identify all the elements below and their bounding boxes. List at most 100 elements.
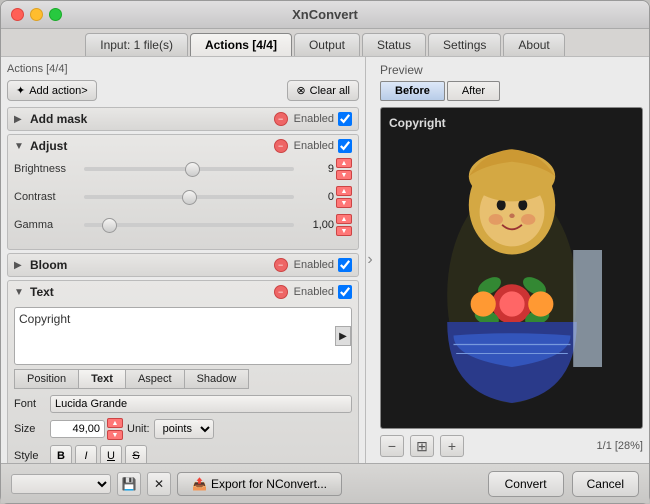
italic-button[interactable]: I [75,445,97,463]
text-body: Copyright ▶ Position Text Aspect Shadow … [14,303,352,463]
font-select[interactable]: Lucida Grande [50,395,352,413]
text-content[interactable]: Copyright [19,312,70,326]
text-enabled-checkbox[interactable] [338,285,352,299]
traffic-lights [11,8,62,21]
size-input[interactable] [50,420,105,438]
zoom-in-button[interactable]: + [440,435,464,457]
adjust-enabled-label: Enabled [294,140,334,152]
brightness-label: Brightness [14,163,84,175]
convert-button[interactable]: Convert [488,471,564,497]
clear-icon: ⊗ [296,84,305,97]
gamma-label: Gamma [14,219,84,231]
delete-profile-button[interactable]: ✕ [147,472,171,496]
minimize-button[interactable] [30,8,43,21]
clear-all-label: Clear all [310,85,350,97]
window-title: XnConvert [292,7,358,22]
action-bloom-label: Bloom [30,258,268,272]
gamma-row: Gamma 1,00 ▲ ▼ [14,213,352,237]
contrast-stepper: ▲ ▼ [336,185,352,209]
profile-select[interactable] [11,474,111,494]
expand-add-mask-icon[interactable]: ▶ [14,114,24,124]
expand-bloom-icon[interactable]: ▶ [14,260,24,270]
preview-copyright-text: Copyright [389,116,446,130]
before-button[interactable]: Before [380,81,445,101]
text-scroll-right[interactable]: ▶ [335,326,351,346]
contrast-slider[interactable] [84,195,294,199]
panel-divider[interactable] [366,57,374,463]
main-content: Actions [4/4] ✦ Add action> ⊗ Clear all … [1,56,649,463]
text-sub-tabs: Position Text Aspect Shadow [14,369,352,389]
bloom-enabled-checkbox[interactable] [338,258,352,272]
remove-bloom-button[interactable]: − [274,258,288,272]
bottom-right: Convert Cancel [488,471,639,497]
after-button[interactable]: After [447,81,500,101]
tab-status[interactable]: Status [362,33,426,56]
brightness-row: Brightness 9 ▲ ▼ [14,157,352,181]
style-row: Style B I U S [14,445,352,463]
preview-image: Copyright [380,107,643,429]
style-label: Style [14,450,50,462]
maximize-button[interactable] [49,8,62,21]
strikethrough-button[interactable]: S [125,445,147,463]
add-action-button[interactable]: ✦ Add action> [7,80,97,101]
size-up-button[interactable]: ▲ [107,418,123,428]
subtab-shadow[interactable]: Shadow [184,369,250,389]
tab-settings[interactable]: Settings [428,33,501,56]
adjust-enabled-checkbox[interactable] [338,139,352,153]
tab-about[interactable]: About [503,33,564,56]
brightness-slider[interactable] [84,167,294,171]
export-icon: 📤 [192,477,207,491]
add-action-label: Add action> [29,85,87,97]
doll-illustration [422,113,602,423]
contrast-down-button[interactable]: ▼ [336,198,352,208]
plus-icon: ✦ [16,84,25,97]
remove-adjust-button[interactable]: − [274,139,288,153]
adjust-body: Brightness 9 ▲ ▼ Contrast 0 [14,153,352,245]
contrast-label: Contrast [14,191,84,203]
gamma-up-button[interactable]: ▲ [336,214,352,224]
tab-actions[interactable]: Actions [4/4] [190,33,292,56]
left-panel: Actions [4/4] ✦ Add action> ⊗ Clear all … [1,57,366,463]
action-add-mask-label: Add mask [30,112,268,126]
contrast-up-button[interactable]: ▲ [336,186,352,196]
subtab-text[interactable]: Text [78,369,125,389]
brightness-down-button[interactable]: ▼ [336,170,352,180]
expand-text-icon[interactable]: ▼ [14,287,24,297]
action-adjust-label: Adjust [30,139,268,153]
size-row: Size ▲ ▼ Unit: points [14,417,352,441]
gamma-down-button[interactable]: ▼ [336,226,352,236]
text-enabled-label: Enabled [294,286,334,298]
action-adjust: ▼ Adjust − Enabled Brightness 9 ▲ ▼ [7,134,359,250]
action-text-header: ▼ Text − Enabled [14,285,352,299]
subtab-position[interactable]: Position [14,369,78,389]
add-mask-enabled-checkbox[interactable] [338,112,352,126]
bloom-enabled-label: Enabled [294,259,334,271]
size-label: Size [14,423,50,435]
size-down-button[interactable]: ▼ [107,430,123,440]
clear-all-button[interactable]: ⊗ Clear all [287,80,359,101]
export-button[interactable]: 📤 Export for NConvert... [177,472,342,496]
subtab-aspect[interactable]: Aspect [125,369,184,389]
close-button[interactable] [11,8,24,21]
preview-controls: − ⊞ + [380,435,464,457]
cancel-button[interactable]: Cancel [572,471,639,497]
zoom-out-button[interactable]: − [380,435,404,457]
gamma-slider[interactable] [84,223,294,227]
bottom-left: 💾 ✕ 📤 Export for NConvert... [11,472,342,496]
remove-text-button[interactable]: − [274,285,288,299]
tab-output[interactable]: Output [294,33,360,56]
page-info: 1/1 [28%] [597,440,643,452]
tab-input[interactable]: Input: 1 file(s) [85,33,188,56]
text-input-wrapper: Copyright ▶ [14,307,352,365]
unit-select[interactable]: points [154,419,214,439]
bold-button[interactable]: B [50,445,72,463]
action-add-mask: ▶ Add mask − Enabled [7,107,359,131]
size-stepper: ▲ ▼ [107,417,123,441]
fit-button[interactable]: ⊞ [410,435,434,457]
brightness-up-button[interactable]: ▲ [336,158,352,168]
remove-add-mask-button[interactable]: − [274,112,288,126]
actions-header: Actions [4/4] [7,63,359,75]
save-profile-button[interactable]: 💾 [117,472,141,496]
underline-button[interactable]: U [100,445,122,463]
expand-adjust-icon[interactable]: ▼ [14,141,24,151]
